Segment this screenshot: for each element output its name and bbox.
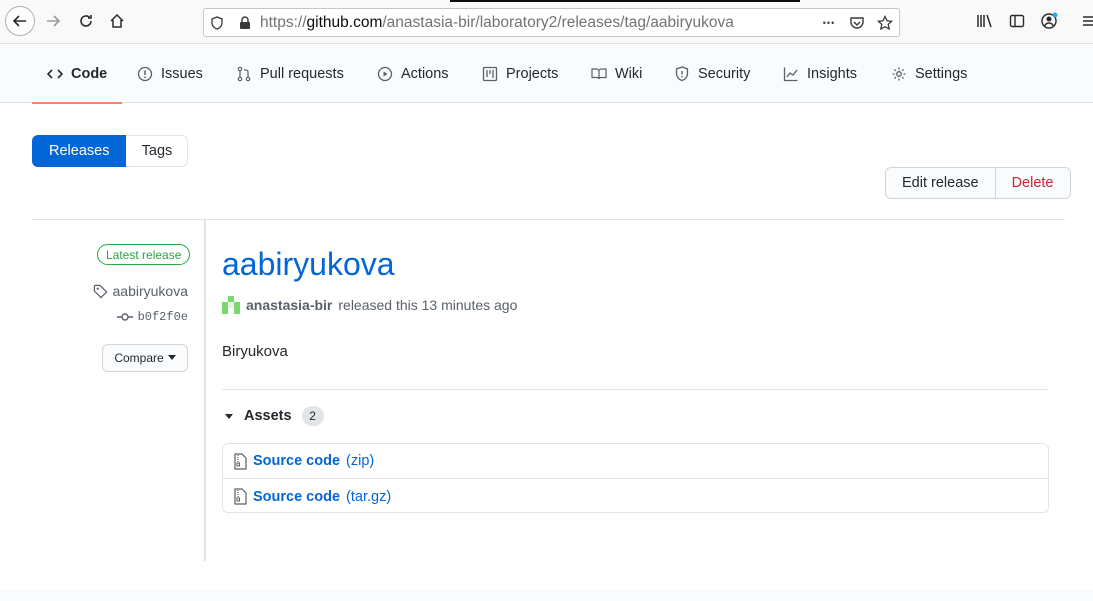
body-divider bbox=[222, 389, 1049, 390]
issue-icon bbox=[137, 66, 153, 81]
sidebar-button[interactable] bbox=[1002, 6, 1032, 36]
forward-button[interactable] bbox=[38, 6, 68, 36]
tags-tab[interactable]: Tags bbox=[126, 135, 189, 167]
url-text: https://github.com/anastasia-bir/laborat… bbox=[260, 14, 734, 32]
pull-request-icon bbox=[237, 66, 251, 81]
tab-projects[interactable]: Projects bbox=[482, 44, 558, 103]
tab-security-label: Security bbox=[698, 65, 751, 82]
release-meta: anastasia-bir released this 13 minutes a… bbox=[222, 296, 517, 314]
reload-button[interactable] bbox=[71, 6, 101, 36]
tab-settings-label: Settings bbox=[915, 65, 968, 82]
menu-button[interactable] bbox=[1074, 6, 1093, 36]
url-path: /anastasia-bir/laboratory2/releases/tag/… bbox=[382, 14, 734, 31]
asset-name: Source code bbox=[253, 488, 341, 505]
tab-pull-requests[interactable]: Pull requests bbox=[236, 44, 344, 103]
asset-ext: (zip) bbox=[346, 453, 375, 469]
tab-wiki[interactable]: Wiki bbox=[591, 44, 642, 103]
library-button[interactable] bbox=[970, 6, 1000, 36]
edit-release-button[interactable]: Edit release bbox=[885, 167, 996, 199]
url-host: github.com bbox=[306, 14, 383, 31]
code-icon bbox=[47, 68, 63, 79]
home-icon bbox=[110, 13, 124, 28]
asset-source-targz[interactable]: Source code (tar.gz) bbox=[223, 479, 1048, 514]
library-icon bbox=[977, 14, 992, 28]
tab-security[interactable]: Security bbox=[674, 44, 750, 103]
pocket-icon[interactable] bbox=[848, 14, 866, 32]
assets-list: Source code (zip) Source code (tar.gz) bbox=[222, 443, 1049, 513]
book-icon bbox=[591, 67, 607, 79]
shield-icon[interactable] bbox=[208, 14, 226, 32]
tab-code[interactable]: Code bbox=[31, 44, 123, 104]
release-actions: Edit release Delete bbox=[885, 167, 1071, 199]
tab-projects-label: Projects bbox=[506, 65, 559, 82]
page-actions-icon[interactable]: ••• bbox=[820, 14, 838, 32]
tag-icon bbox=[93, 284, 107, 298]
active-tab-indicator bbox=[450, 0, 800, 2]
reload-icon bbox=[80, 15, 92, 27]
commit-icon bbox=[116, 313, 133, 321]
assets-count: 2 bbox=[301, 406, 324, 426]
delete-release-button[interactable]: Delete bbox=[995, 167, 1071, 199]
header-divider bbox=[32, 219, 1065, 220]
asset-ext: (tar.gz) bbox=[346, 488, 392, 505]
project-icon bbox=[482, 66, 498, 81]
tab-settings[interactable]: Settings bbox=[891, 44, 967, 103]
gear-icon bbox=[892, 67, 906, 80]
release-commit[interactable]: b0f2f0e bbox=[116, 310, 188, 324]
release-commit-sha: b0f2f0e bbox=[137, 310, 188, 324]
sidebar-icon bbox=[1009, 14, 1025, 28]
file-zip-icon bbox=[234, 488, 247, 505]
tab-issues-label: Issues bbox=[161, 65, 203, 82]
caret-down-icon bbox=[167, 355, 176, 360]
page-bottom-strip bbox=[0, 590, 1093, 601]
tab-pull-requests-label: Pull requests bbox=[260, 65, 344, 82]
asset-name: Source code bbox=[253, 453, 341, 469]
asset-source-zip[interactable]: Source code (zip) bbox=[223, 444, 1048, 479]
play-icon bbox=[377, 66, 393, 81]
compare-button[interactable]: Compare bbox=[102, 344, 188, 372]
release-tag-label: aabiryukova bbox=[112, 283, 189, 299]
browser-toolbar: https://github.com/anastasia-bir/laborat… bbox=[0, 0, 1093, 44]
latest-release-badge: Latest release bbox=[97, 244, 191, 265]
tab-wiki-label: Wiki bbox=[615, 65, 643, 82]
tab-code-label: Code bbox=[71, 65, 108, 82]
release-title[interactable]: aabiryukova bbox=[222, 246, 395, 283]
assets-toggle[interactable]: Assets 2 bbox=[224, 406, 324, 426]
releases-subnav: Releases Tags bbox=[32, 135, 189, 167]
repo-navigation: Code Issues Pull requests Actions Projec… bbox=[0, 44, 1093, 104]
release-description: Biryukova bbox=[222, 343, 288, 360]
assets-label: Assets bbox=[244, 408, 292, 424]
timeline-line bbox=[204, 220, 206, 561]
triangle-down-icon bbox=[225, 414, 233, 419]
arrow-left-icon bbox=[12, 15, 26, 27]
hamburger-icon bbox=[1083, 16, 1093, 26]
shield-icon bbox=[675, 65, 689, 81]
account-icon bbox=[1041, 12, 1058, 29]
release-time: released this 13 minutes ago bbox=[338, 297, 518, 313]
releases-tab[interactable]: Releases bbox=[32, 135, 127, 167]
tab-insights[interactable]: Insights bbox=[783, 44, 857, 103]
tab-insights-label: Insights bbox=[807, 65, 857, 82]
back-button[interactable] bbox=[5, 6, 35, 36]
star-icon[interactable] bbox=[876, 14, 894, 32]
url-bar[interactable]: https://github.com/anastasia-bir/laborat… bbox=[203, 8, 900, 37]
release-tag[interactable]: aabiryukova bbox=[93, 283, 189, 299]
home-button[interactable] bbox=[102, 6, 132, 36]
lock-icon[interactable] bbox=[236, 14, 254, 32]
file-zip-icon bbox=[234, 452, 247, 470]
release-author[interactable]: anastasia-bir bbox=[246, 297, 332, 313]
arrow-right-icon bbox=[47, 15, 61, 27]
account-button[interactable] bbox=[1034, 6, 1064, 36]
tab-actions-label: Actions bbox=[401, 65, 449, 82]
url-prefix: https:// bbox=[260, 14, 307, 31]
tab-actions[interactable]: Actions bbox=[377, 44, 449, 103]
graph-icon bbox=[783, 67, 798, 81]
compare-label: Compare bbox=[114, 351, 164, 365]
tab-issues[interactable]: Issues bbox=[137, 44, 203, 103]
avatar[interactable] bbox=[222, 296, 240, 314]
